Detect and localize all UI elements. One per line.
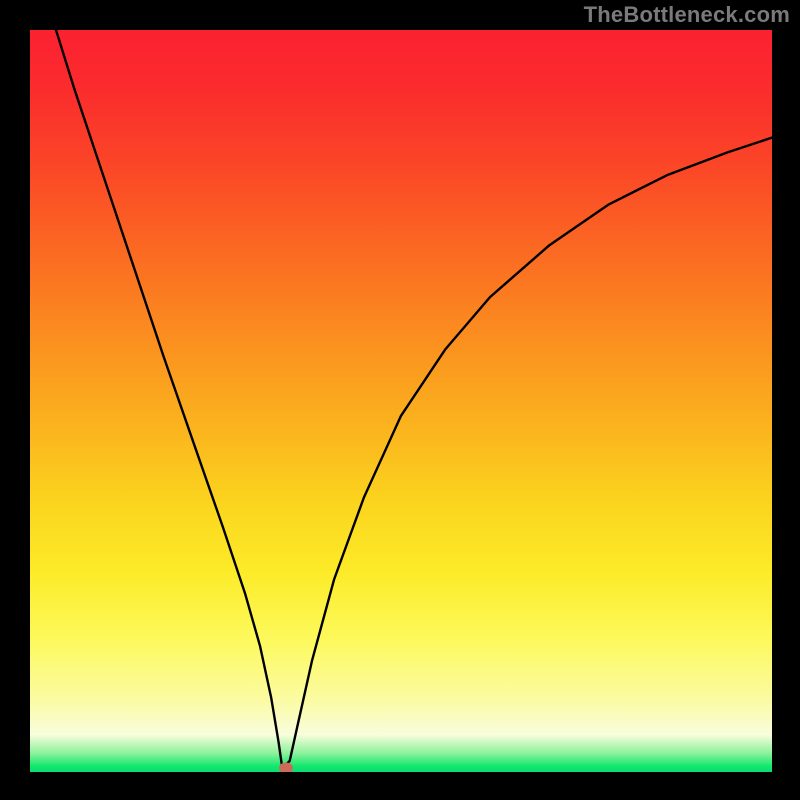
watermark-text: TheBottleneck.com (584, 2, 790, 28)
curve-layer (30, 30, 772, 772)
bottleneck-curve (56, 30, 772, 768)
chart-frame: TheBottleneck.com (0, 0, 800, 800)
vertex-marker (279, 763, 293, 772)
plot-area (30, 30, 772, 772)
